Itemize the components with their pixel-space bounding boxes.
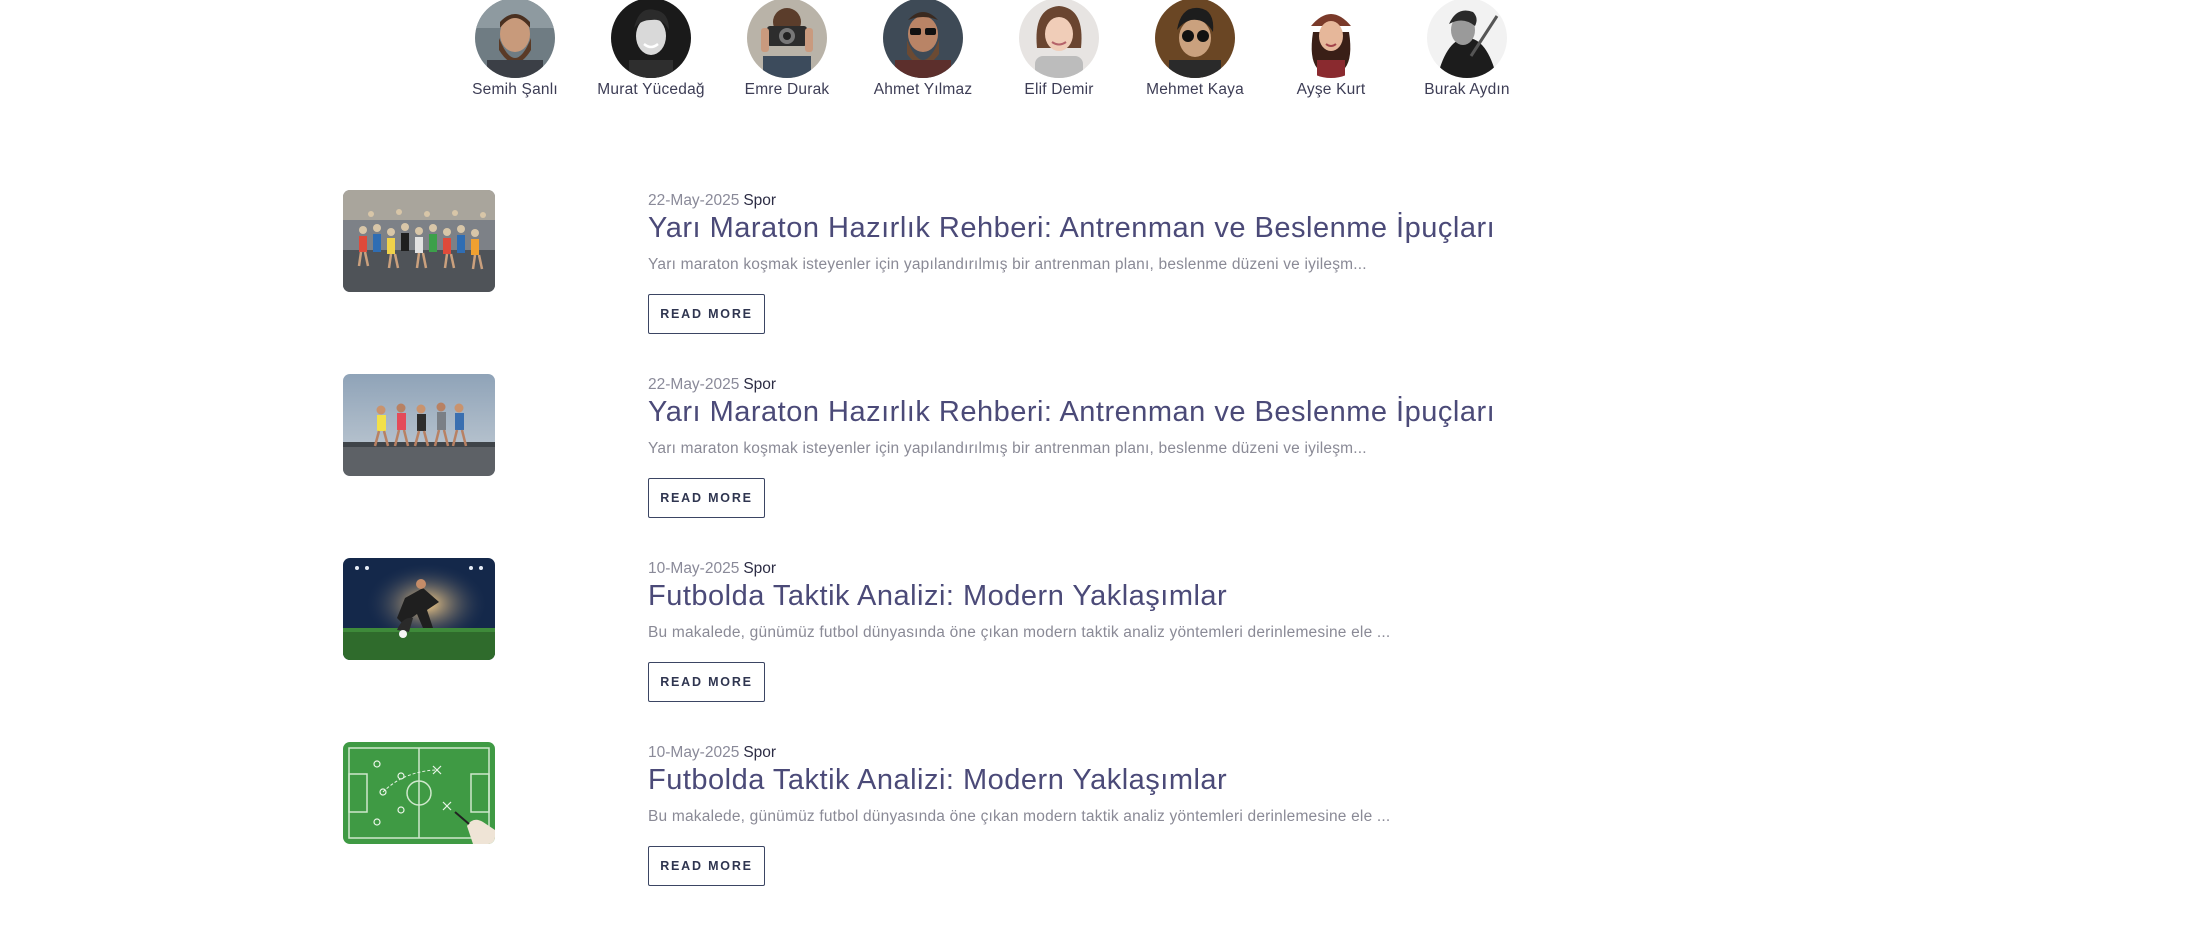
author-name[interactable]: Murat Yücedağ: [583, 81, 719, 99]
post-meta: 10-May-2025 Spor: [648, 560, 776, 578]
post-thumbnail[interactable]: [343, 374, 495, 476]
author-name[interactable]: Ayşe Kurt: [1263, 81, 1399, 99]
avatar[interactable]: [747, 0, 827, 78]
avatar[interactable]: [883, 0, 963, 78]
author-ahmet[interactable]: Ahmet Yılmaz: [855, 0, 991, 99]
author-name[interactable]: Semih Şanlı: [447, 81, 583, 99]
post-meta: 22-May-2025 Spor: [648, 192, 776, 210]
avatar[interactable]: [1291, 0, 1371, 78]
post-category-link[interactable]: Spor: [743, 560, 776, 577]
author-name[interactable]: Mehmet Kaya: [1127, 81, 1263, 99]
author-name[interactable]: Elif Demir: [991, 81, 1127, 99]
post-date: 22-May-2025: [648, 192, 740, 209]
avatar[interactable]: [1427, 0, 1507, 78]
post-item: 10-May-2025 Spor Futbolda Taktik Analizi:…: [0, 558, 2190, 728]
avatar[interactable]: [475, 0, 555, 78]
author-elif[interactable]: Elif Demir: [991, 0, 1127, 99]
post-title-link[interactable]: Futbolda Taktik Analizi: Modern Yaklaşım…: [648, 580, 1227, 613]
author-name[interactable]: Burak Aydın: [1399, 81, 1535, 99]
post-title-link[interactable]: Yarı Maraton Hazırlık Rehberi: Antrenman…: [648, 212, 1495, 245]
avatar[interactable]: [1019, 0, 1099, 78]
avatar[interactable]: [611, 0, 691, 78]
post-thumbnail[interactable]: [343, 742, 495, 844]
post-title-link[interactable]: Futbolda Taktik Analizi: Modern Yaklaşım…: [648, 764, 1227, 797]
post-date: 10-May-2025: [648, 744, 740, 761]
post-thumbnail[interactable]: [343, 190, 495, 292]
read-more-button[interactable]: READ MORE: [648, 662, 765, 702]
author-burak[interactable]: Burak Aydın: [1399, 0, 1535, 99]
avatar[interactable]: [1155, 0, 1235, 78]
authors-row: Semih Şanlı Murat Yücedağ Emre Durak Ahm…: [0, 0, 2190, 110]
post-meta: 10-May-2025 Spor: [648, 744, 776, 762]
author-ayse[interactable]: Ayşe Kurt: [1263, 0, 1399, 99]
post-item: 10-May-2025 Spor Futbolda Taktik Analizi:…: [0, 742, 2190, 912]
post-excerpt: Bu makalede, günümüz futbol dünyasında ö…: [648, 624, 1391, 641]
post-item: 22-May-2025 Spor Yarı Maraton Hazırlık Re…: [0, 190, 2190, 360]
post-category-link[interactable]: Spor: [743, 744, 776, 761]
post-excerpt: Bu makalede, günümüz futbol dünyasında ö…: [648, 808, 1391, 825]
author-name[interactable]: Ahmet Yılmaz: [855, 81, 991, 99]
read-more-button[interactable]: READ MORE: [648, 294, 765, 334]
author-emre[interactable]: Emre Durak: [719, 0, 855, 99]
post-category-link[interactable]: Spor: [743, 376, 776, 393]
post-date: 22-May-2025: [648, 376, 740, 393]
read-more-button[interactable]: READ MORE: [648, 478, 765, 518]
post-thumbnail[interactable]: [343, 558, 495, 660]
post-meta: 22-May-2025 Spor: [648, 376, 776, 394]
author-name[interactable]: Emre Durak: [719, 81, 855, 99]
post-category-link[interactable]: Spor: [743, 192, 776, 209]
author-semih[interactable]: Semih Şanlı: [447, 0, 583, 99]
author-mehmet[interactable]: Mehmet Kaya: [1127, 0, 1263, 99]
post-title-link[interactable]: Yarı Maraton Hazırlık Rehberi: Antrenman…: [648, 396, 1495, 429]
post-excerpt: Yarı maraton koşmak isteyenler için yapı…: [648, 440, 1367, 457]
post-excerpt: Yarı maraton koşmak isteyenler için yapı…: [648, 256, 1367, 273]
post-date: 10-May-2025: [648, 560, 740, 577]
read-more-button[interactable]: READ MORE: [648, 846, 765, 886]
author-murat[interactable]: Murat Yücedağ: [583, 0, 719, 99]
post-item: 22-May-2025 Spor Yarı Maraton Hazırlık Re…: [0, 374, 2190, 544]
